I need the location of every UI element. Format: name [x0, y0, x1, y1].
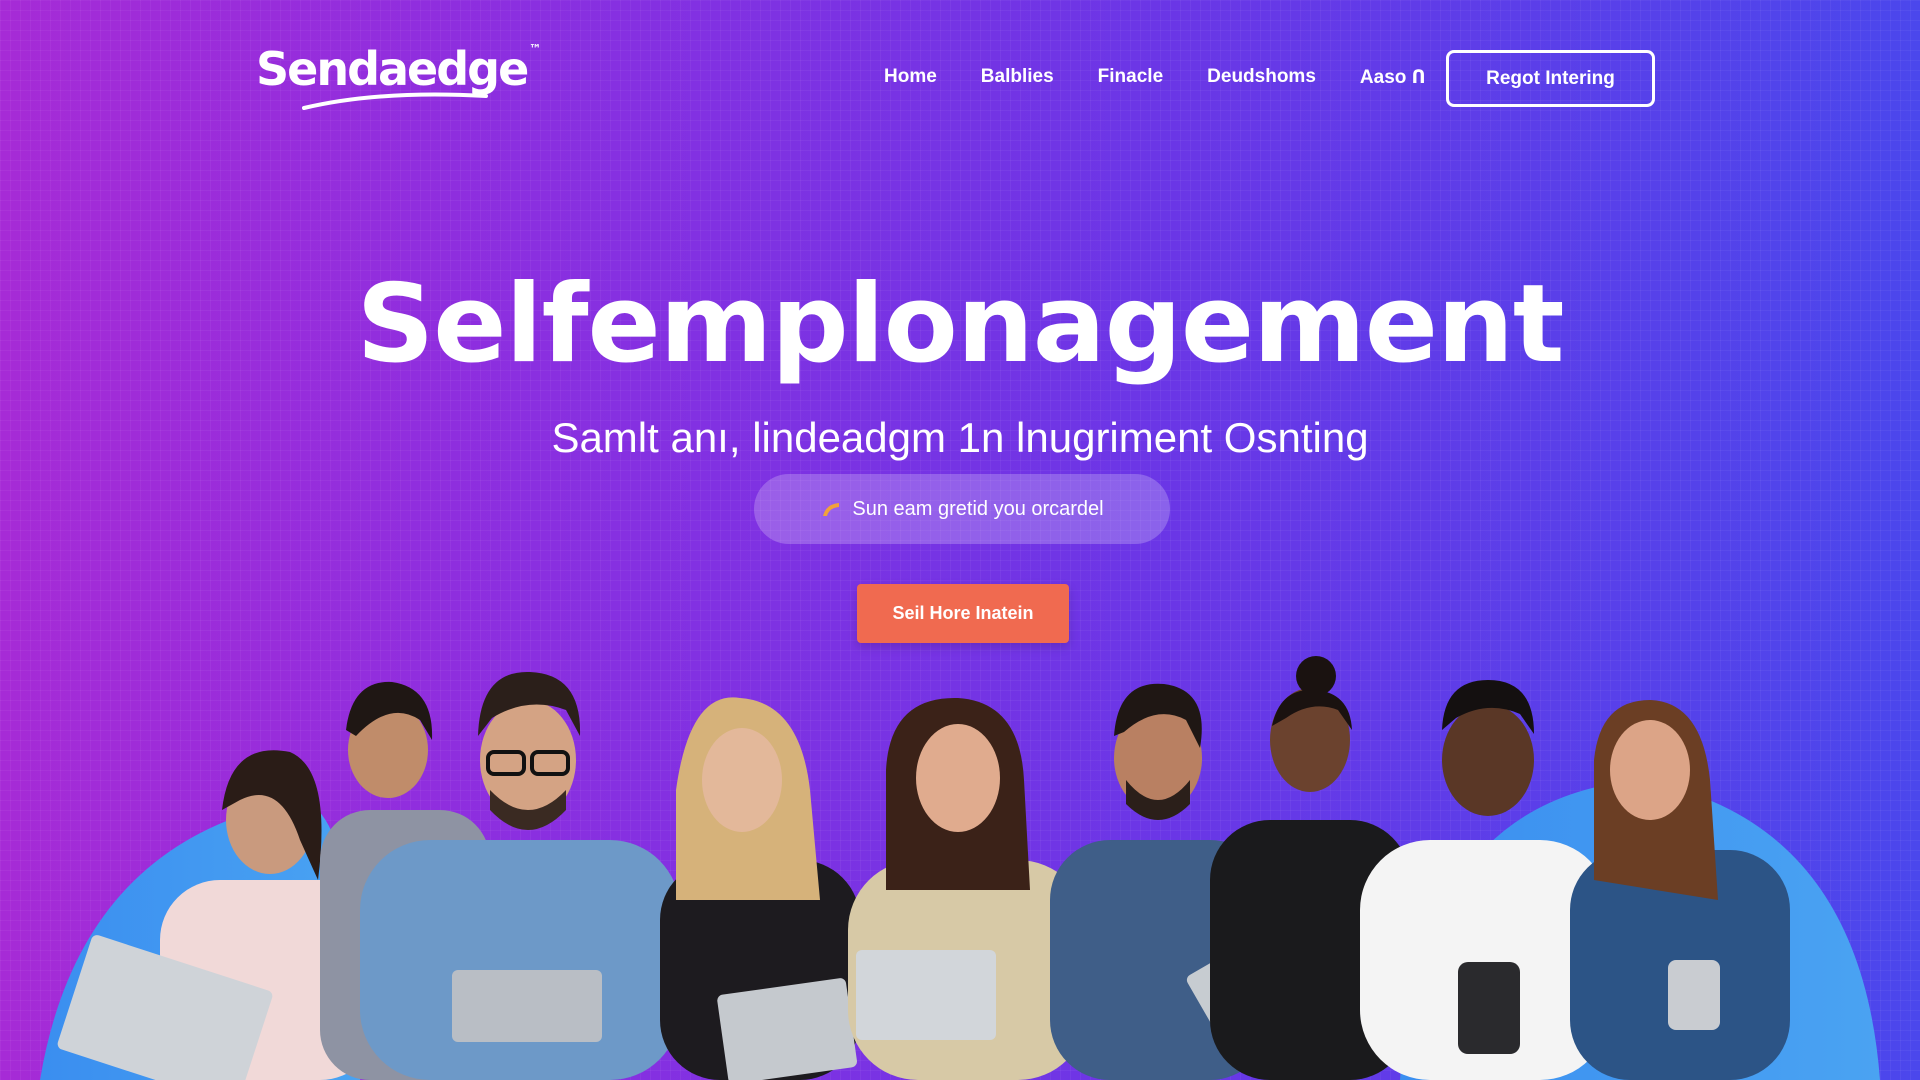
nav-home[interactable]: Home — [884, 66, 937, 89]
person-9 — [1570, 700, 1790, 1080]
group-photo-illustration — [40, 656, 1880, 1080]
main-nav: Home Balblies Finacle Deudshoms Aaso Ո — [884, 66, 1426, 89]
logo-swoosh-icon — [302, 92, 488, 110]
hero-title: Selfemplonagement — [356, 262, 1565, 387]
nav-deudshoms[interactable]: Deudshoms — [1207, 66, 1316, 89]
logo-trademark: ™ — [529, 42, 542, 56]
hero-cta-button[interactable]: Seil Hore Inatein — [857, 584, 1069, 643]
hero-pill-text: Sun eam gretid you orcardel — [852, 497, 1104, 520]
nav-balblies[interactable]: Balblies — [981, 66, 1054, 89]
hero-subtitle: Samlt anı, lindeadgm 1n lnugriment Osnti… — [551, 414, 1369, 461]
nav-aaso[interactable]: Aaso Ո — [1360, 66, 1426, 89]
person-4 — [660, 697, 860, 1080]
header-cta-button[interactable]: Regot Intering — [1446, 50, 1655, 107]
hero-pill-badge: Sun eam gretid you orcardel — [754, 474, 1170, 544]
orange-swoosh-icon — [823, 503, 840, 516]
nav-finacle[interactable]: Finacle — [1098, 66, 1163, 89]
